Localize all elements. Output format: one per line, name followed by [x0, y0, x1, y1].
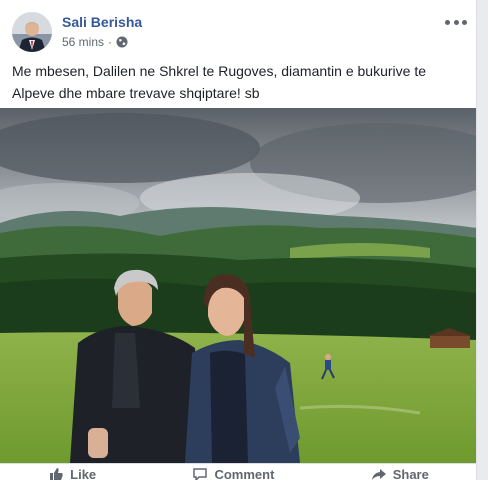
author-avatar[interactable] [12, 12, 52, 52]
landscape-photo [0, 108, 476, 463]
like-icon [50, 468, 63, 480]
meta-separator: · [108, 35, 113, 49]
share-label: Share [392, 466, 429, 480]
globe-icon[interactable] [116, 36, 128, 48]
post-text: Me mbesen, Dalilen ne Shkrel te Rugoves,… [12, 63, 426, 101]
share-button[interactable]: Share [371, 464, 429, 480]
post-photo[interactable] [0, 108, 476, 463]
like-button[interactable]: Like [48, 464, 96, 480]
comment-icon [193, 468, 208, 480]
more-options-button[interactable] [445, 14, 467, 30]
share-icon [371, 469, 386, 480]
like-label: Like [70, 466, 97, 480]
comment-button[interactable]: Comment [192, 464, 274, 480]
author-name[interactable]: Sali Berisha [62, 14, 142, 30]
more-dot-icon [462, 19, 467, 25]
comment-label: Comment [214, 466, 275, 480]
post-meta: 56 mins · [62, 35, 128, 49]
post-actions-bar: Like Comment Share [0, 463, 476, 480]
more-dot-icon [445, 19, 450, 25]
post-timestamp[interactable]: 56 mins [62, 35, 104, 49]
post-card: Sali Berisha 56 mins · Me mbesen, Dalile… [0, 0, 477, 480]
more-dot-icon [453, 19, 459, 25]
post-header: Sali Berisha 56 mins · [12, 10, 467, 54]
avatar-image [12, 12, 52, 52]
